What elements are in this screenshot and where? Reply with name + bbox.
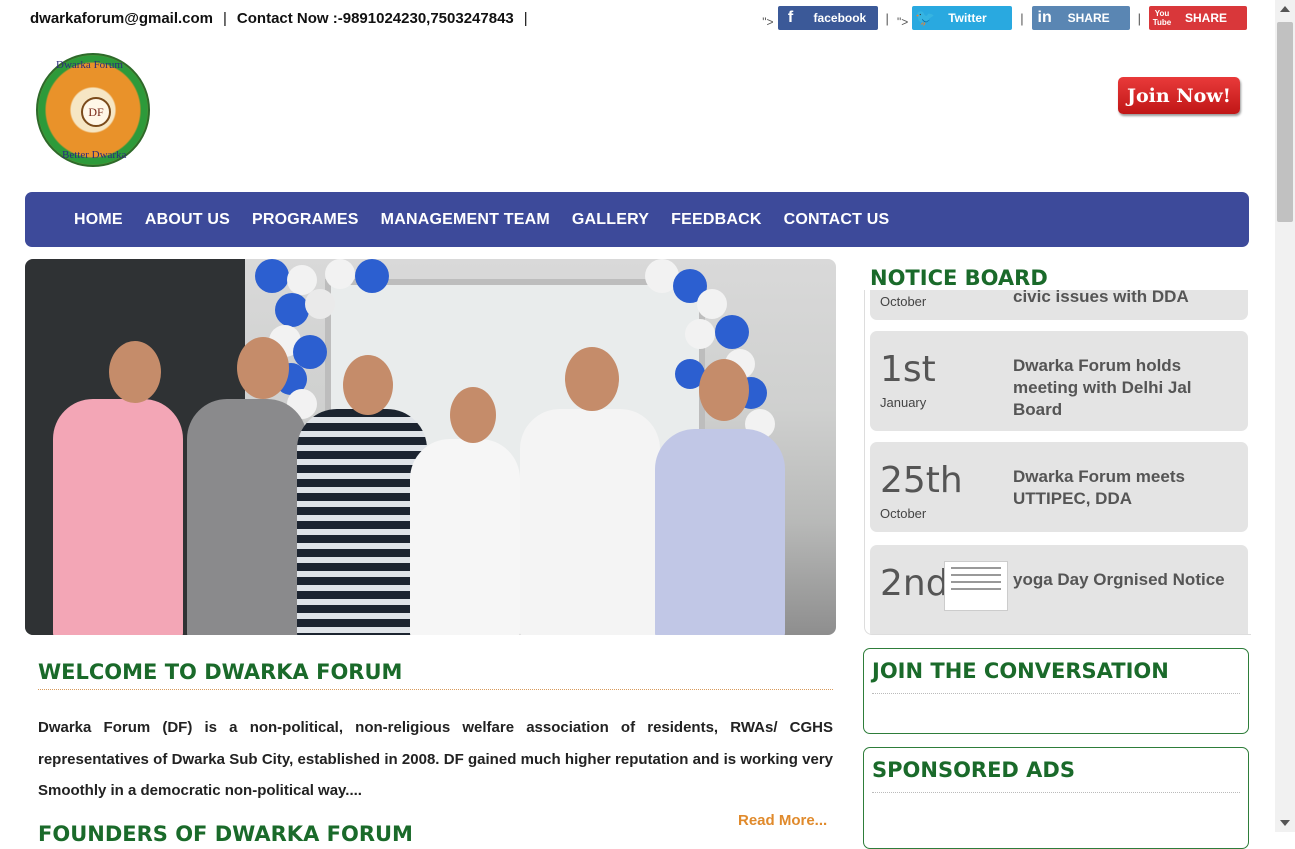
- notice-item[interactable]: 25th October Dwarka Forum meets UTTIPEC,…: [870, 442, 1248, 532]
- logo-bottom-text: Better Dwarka: [62, 149, 127, 161]
- separator: |: [223, 10, 227, 27]
- notice-day: 2nd: [880, 563, 949, 604]
- notice-month: October: [880, 506, 927, 521]
- twitter-button[interactable]: 🐦 Twitter: [912, 6, 1013, 30]
- dwarka-forum-logo[interactable]: Dwarka Forum DF Better Dwarka: [36, 53, 150, 167]
- linkedin-label: SHARE: [1067, 11, 1110, 25]
- notice-thumbnail: [944, 561, 1008, 611]
- notice-board-title: NOTICE BOARD: [870, 266, 1048, 290]
- founders-title: FOUNDERS OF DWARKA FORUM: [38, 822, 413, 846]
- nav-programes[interactable]: PROGRAMES: [252, 211, 359, 229]
- separator: |: [1137, 10, 1141, 26]
- nav-contact-us[interactable]: CONTACT US: [784, 211, 890, 229]
- sponsored-ads-box: SPONSORED ADS: [863, 747, 1249, 849]
- join-conversation-box: JOIN THE CONVERSATION: [863, 648, 1249, 734]
- notice-month: October: [880, 294, 927, 309]
- stray-quote: ">: [762, 15, 774, 29]
- welcome-title: WELCOME TO DWARKA FORUM: [38, 660, 833, 690]
- scroll-down-arrow-icon[interactable]: [1280, 820, 1290, 826]
- logo-center-text: DF: [81, 97, 111, 127]
- scrollbar-thumb[interactable]: [1277, 22, 1293, 222]
- notice-month: January: [880, 395, 927, 410]
- separator: |: [1020, 10, 1024, 26]
- logo-top-text: Dwarka Forum: [56, 59, 123, 71]
- separator: |: [523, 10, 528, 27]
- notice-board[interactable]: October civic issues with DDA 1st Januar…: [864, 290, 1251, 635]
- notice-headline: civic issues with DDA: [1013, 290, 1189, 306]
- linkedin-icon: in: [1037, 9, 1052, 26]
- sponsored-ads-title: SPONSORED ADS: [872, 758, 1075, 782]
- nav-home[interactable]: HOME: [74, 211, 123, 229]
- welcome-body: Dwarka Forum (DF) is a non-political, no…: [38, 719, 833, 799]
- nav-management-team[interactable]: MANAGEMENT TEAM: [381, 211, 550, 229]
- notice-item[interactable]: 2nd yoga Day Orgnised Notice: [870, 545, 1248, 634]
- nav-gallery[interactable]: GALLERY: [572, 211, 649, 229]
- join-now-button[interactable]: Join Now!: [1118, 77, 1240, 114]
- contact-bar: dwarkaforum@gmail.com | Contact Now :-9891…: [30, 10, 538, 27]
- twitter-label: Twitter: [948, 11, 987, 25]
- notice-headline: yoga Day Orgnised Notice: [1013, 570, 1225, 589]
- main-nav: HOME ABOUT US PROGRAMES MANAGEMENT TEAM …: [25, 192, 1249, 247]
- group-photo: [25, 259, 836, 635]
- read-more-link[interactable]: Read More...: [738, 812, 827, 829]
- notice-item[interactable]: 1st January Dwarka Forum holds meeting w…: [870, 331, 1248, 431]
- contact-text: Contact Now :-9891024230,7503247843: [236, 10, 514, 27]
- youtube-share-button[interactable]: You Tube SHARE: [1149, 6, 1247, 30]
- linkedin-share-button[interactable]: in SHARE: [1031, 6, 1130, 30]
- notice-day: 1st: [880, 349, 936, 390]
- social-links: "> f facebook | "> 🐦 Twitter | in SHARE …: [762, 6, 1247, 30]
- notice-headline: Dwarka Forum meets UTTIPEC, DDA: [1013, 467, 1185, 508]
- notice-headline: Dwarka Forum holds meeting with Delhi Ja…: [1013, 356, 1192, 419]
- divider: [872, 792, 1240, 793]
- nav-feedback[interactable]: FEEDBACK: [671, 211, 762, 229]
- email-link[interactable]: dwarkaforum@gmail.com: [30, 10, 213, 27]
- youtube-label: SHARE: [1185, 11, 1228, 25]
- welcome-section: WELCOME TO DWARKA FORUM Dwarka Forum (DF…: [38, 660, 833, 807]
- facebook-button[interactable]: f facebook: [777, 6, 878, 30]
- notice-day: 25th: [880, 460, 963, 501]
- twitter-bird-icon: 🐦: [915, 10, 936, 27]
- separator: |: [885, 10, 889, 26]
- facebook-label: facebook: [813, 11, 867, 25]
- nav-about-us[interactable]: ABOUT US: [145, 211, 230, 229]
- page-scrollbar[interactable]: [1275, 0, 1295, 832]
- hero-slider[interactable]: [25, 259, 836, 635]
- scroll-up-arrow-icon[interactable]: [1280, 6, 1290, 12]
- notice-item[interactable]: October civic issues with DDA: [870, 290, 1248, 320]
- youtube-icon: You Tube: [1152, 9, 1172, 27]
- join-conversation-title: JOIN THE CONVERSATION: [872, 659, 1169, 683]
- divider: [872, 693, 1240, 694]
- facebook-icon: f: [787, 9, 794, 26]
- stray-quote: ">: [896, 15, 909, 29]
